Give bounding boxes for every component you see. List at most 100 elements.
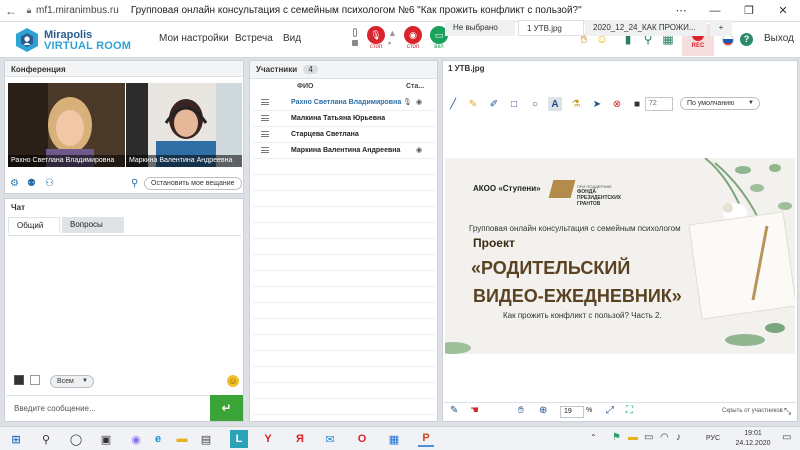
stop-broadcast-button[interactable]: Остановить мое вещание — [144, 177, 242, 190]
video-tile-2[interactable]: Маркина Валентина Андреевна — [126, 83, 242, 167]
smiley-icon[interactable]: ☺ — [227, 375, 239, 387]
opera-icon[interactable]: O — [354, 431, 370, 447]
chat-tab-general[interactable]: Общий — [8, 217, 60, 233]
board-tab-none[interactable]: Не выбрано — [445, 20, 515, 36]
board-title: 1 УТВ.jpg — [448, 64, 485, 73]
explorer-icon[interactable]: ▬ — [174, 431, 190, 447]
back-arrow-icon[interactable]: ← — [0, 4, 22, 18]
lock-icon: 🔒︎ — [26, 5, 32, 15]
zoom-in-icon[interactable]: ⊕ — [539, 405, 547, 416]
board-tab-presentation[interactable]: 2020_12_24_КАК ПРОЖИ... — [585, 20, 707, 36]
alice-icon[interactable]: ◉ — [128, 431, 144, 447]
video-tile-1[interactable]: Рахно Светлана Владимировна — [8, 83, 125, 167]
participant-row[interactable]: Маркина Валентина Андреевна ◉ — [253, 143, 436, 159]
exit-button[interactable]: Выход — [764, 33, 794, 44]
mic-level-icon[interactable] — [351, 28, 359, 50]
wifi-icon[interactable]: ◠ — [660, 432, 669, 443]
clock-date[interactable]: 24.12.2020 — [730, 440, 776, 447]
powerpoint-icon[interactable]: P — [418, 431, 434, 447]
tray-folder-icon[interactable]: ▬ — [628, 432, 638, 443]
menu-settings[interactable]: Мои настройки — [159, 33, 229, 44]
board-close-icon[interactable]: ⤡ — [784, 406, 791, 417]
participant-row[interactable]: Старцева Светлана — [253, 127, 436, 143]
microphone-button[interactable]: 🎙︎ — [367, 26, 385, 44]
color-picker-icon[interactable]: ■ — [630, 97, 644, 111]
hide-from-participants-link[interactable]: Скрыть от участников — [722, 408, 783, 414]
chat-tab-questions[interactable]: Вопросы — [62, 217, 124, 233]
language-indicator[interactable]: РУС — [706, 435, 720, 442]
clear-icon[interactable]: ⊗ — [610, 97, 624, 111]
tray-chevron-icon[interactable]: ⌃ — [590, 433, 597, 442]
fill-icon[interactable]: ⚗ — [569, 97, 583, 111]
participant-row[interactable]: Малкина Татьяна Юрьевна — [253, 111, 436, 127]
text-tool-icon[interactable]: A — [548, 97, 562, 111]
task-view-icon[interactable]: ◯ — [68, 431, 84, 447]
help-icon[interactable]: ? — [740, 33, 753, 46]
fullscreen-icon[interactable]: ⛶ — [626, 405, 633, 416]
chat-tabs: Общий Вопросы — [8, 217, 241, 235]
chevron-down-icon: ▼ — [82, 378, 88, 384]
draw-mode-icon[interactable]: ✎ — [450, 405, 458, 416]
laser-pointer-icon[interactable]: ☚ — [470, 405, 479, 416]
zoom-input[interactable]: 19 — [560, 406, 584, 418]
notifications-icon[interactable]: ▭ — [782, 432, 791, 443]
pointer-icon[interactable]: ➤ — [590, 97, 604, 111]
ellipse-icon[interactable]: ○ — [528, 97, 542, 111]
windows-taskbar: ⊞ ⚲ ◯ ▣ ◉ e ▬ ▤ L Y Я ✉ O ▦ P ⌃ ⚑ ▬ ▭ ◠ … — [0, 426, 800, 450]
chat-message-input[interactable]: Введите сообщение... — [6, 395, 210, 421]
menu-meeting[interactable]: Встреча — [235, 33, 273, 44]
yandex-icon[interactable]: Я — [292, 431, 308, 447]
camera-settings-icon[interactable]: ⚙︎ — [10, 178, 19, 189]
windows-start-icon[interactable]: ⊞ — [8, 431, 24, 447]
slide-caption: Как прожить конфликт с пользой? Часть 2. — [503, 311, 662, 320]
monitor-icon: ▭ — [434, 29, 444, 40]
rectangle-icon[interactable]: □ — [507, 97, 521, 111]
participant-name: Старцева Светлана — [291, 131, 359, 138]
microphone-icon: 🎙︎ — [370, 29, 382, 40]
store-icon[interactable]: ▤ — [198, 431, 214, 447]
recipient-select[interactable]: Всем ▼ — [50, 375, 94, 388]
search-icon[interactable]: ⚲ — [38, 431, 54, 447]
bg-color-icon[interactable] — [30, 375, 40, 385]
text-color-icon[interactable] — [14, 375, 24, 385]
camera-status-icon: ◉ — [416, 147, 423, 154]
app-l-icon[interactable]: L — [230, 430, 248, 448]
widgets-icon[interactable]: ▣ — [98, 431, 114, 447]
pen-icon[interactable]: ╱ — [446, 97, 460, 111]
font-size-input[interactable]: 72 — [645, 97, 673, 111]
window-minimize-icon[interactable]: — — [698, 5, 732, 17]
edge-icon[interactable]: e — [150, 431, 166, 447]
slide-project: Проект — [473, 236, 515, 250]
pan-hand-icon[interactable]: ✋︎ — [518, 405, 524, 416]
board-tab-utv[interactable]: 1 УТВ.jpg — [518, 20, 584, 36]
drag-handle-icon[interactable] — [261, 99, 269, 105]
window-close-icon[interactable]: ✕ — [766, 4, 800, 17]
add-board-tab-button[interactable]: + — [710, 20, 732, 36]
layout-settings-icon[interactable]: ⚇ — [45, 178, 54, 189]
chat-messages — [8, 235, 241, 367]
window-maximize-icon[interactable]: ❐ — [732, 4, 766, 17]
menu-view[interactable]: Вид — [283, 33, 301, 44]
drag-handle-icon[interactable] — [261, 131, 269, 137]
browser-url[interactable]: mf1.miranimbus.ru — [36, 5, 119, 16]
camera-button[interactable]: ◉ — [404, 26, 422, 44]
brush-icon[interactable]: ✐ — [487, 97, 501, 111]
send-message-button[interactable]: ↵ — [210, 395, 243, 421]
volume-icon[interactable]: ♪ — [676, 432, 681, 443]
yandex-browser-icon[interactable]: Y — [260, 431, 276, 447]
fit-screen-icon[interactable]: ⤢ — [606, 405, 614, 416]
drag-handle-icon[interactable] — [261, 115, 269, 121]
window-menu-icon[interactable]: ⋯ — [664, 4, 698, 17]
battery-icon[interactable]: ▭ — [644, 432, 653, 443]
participant-row[interactable]: Рахно Светлана Владимировна 🎙︎ ◉ — [253, 95, 436, 111]
users-settings-icon[interactable]: ⚉ — [27, 178, 36, 189]
tray-app-icon[interactable]: ⚑ — [612, 432, 621, 443]
logo-mark-icon — [16, 28, 38, 52]
clock-time[interactable]: 19:01 — [738, 430, 768, 437]
font-select[interactable]: По умолчанию ▼ — [680, 97, 760, 110]
photos-icon[interactable]: ▦ — [386, 431, 402, 447]
camera-small-icon[interactable]: ▲ ▪ — [388, 28, 397, 50]
drag-handle-icon[interactable] — [261, 147, 269, 153]
mail-icon[interactable]: ✉ — [322, 431, 338, 447]
marker-icon[interactable]: ✎ — [466, 97, 480, 111]
